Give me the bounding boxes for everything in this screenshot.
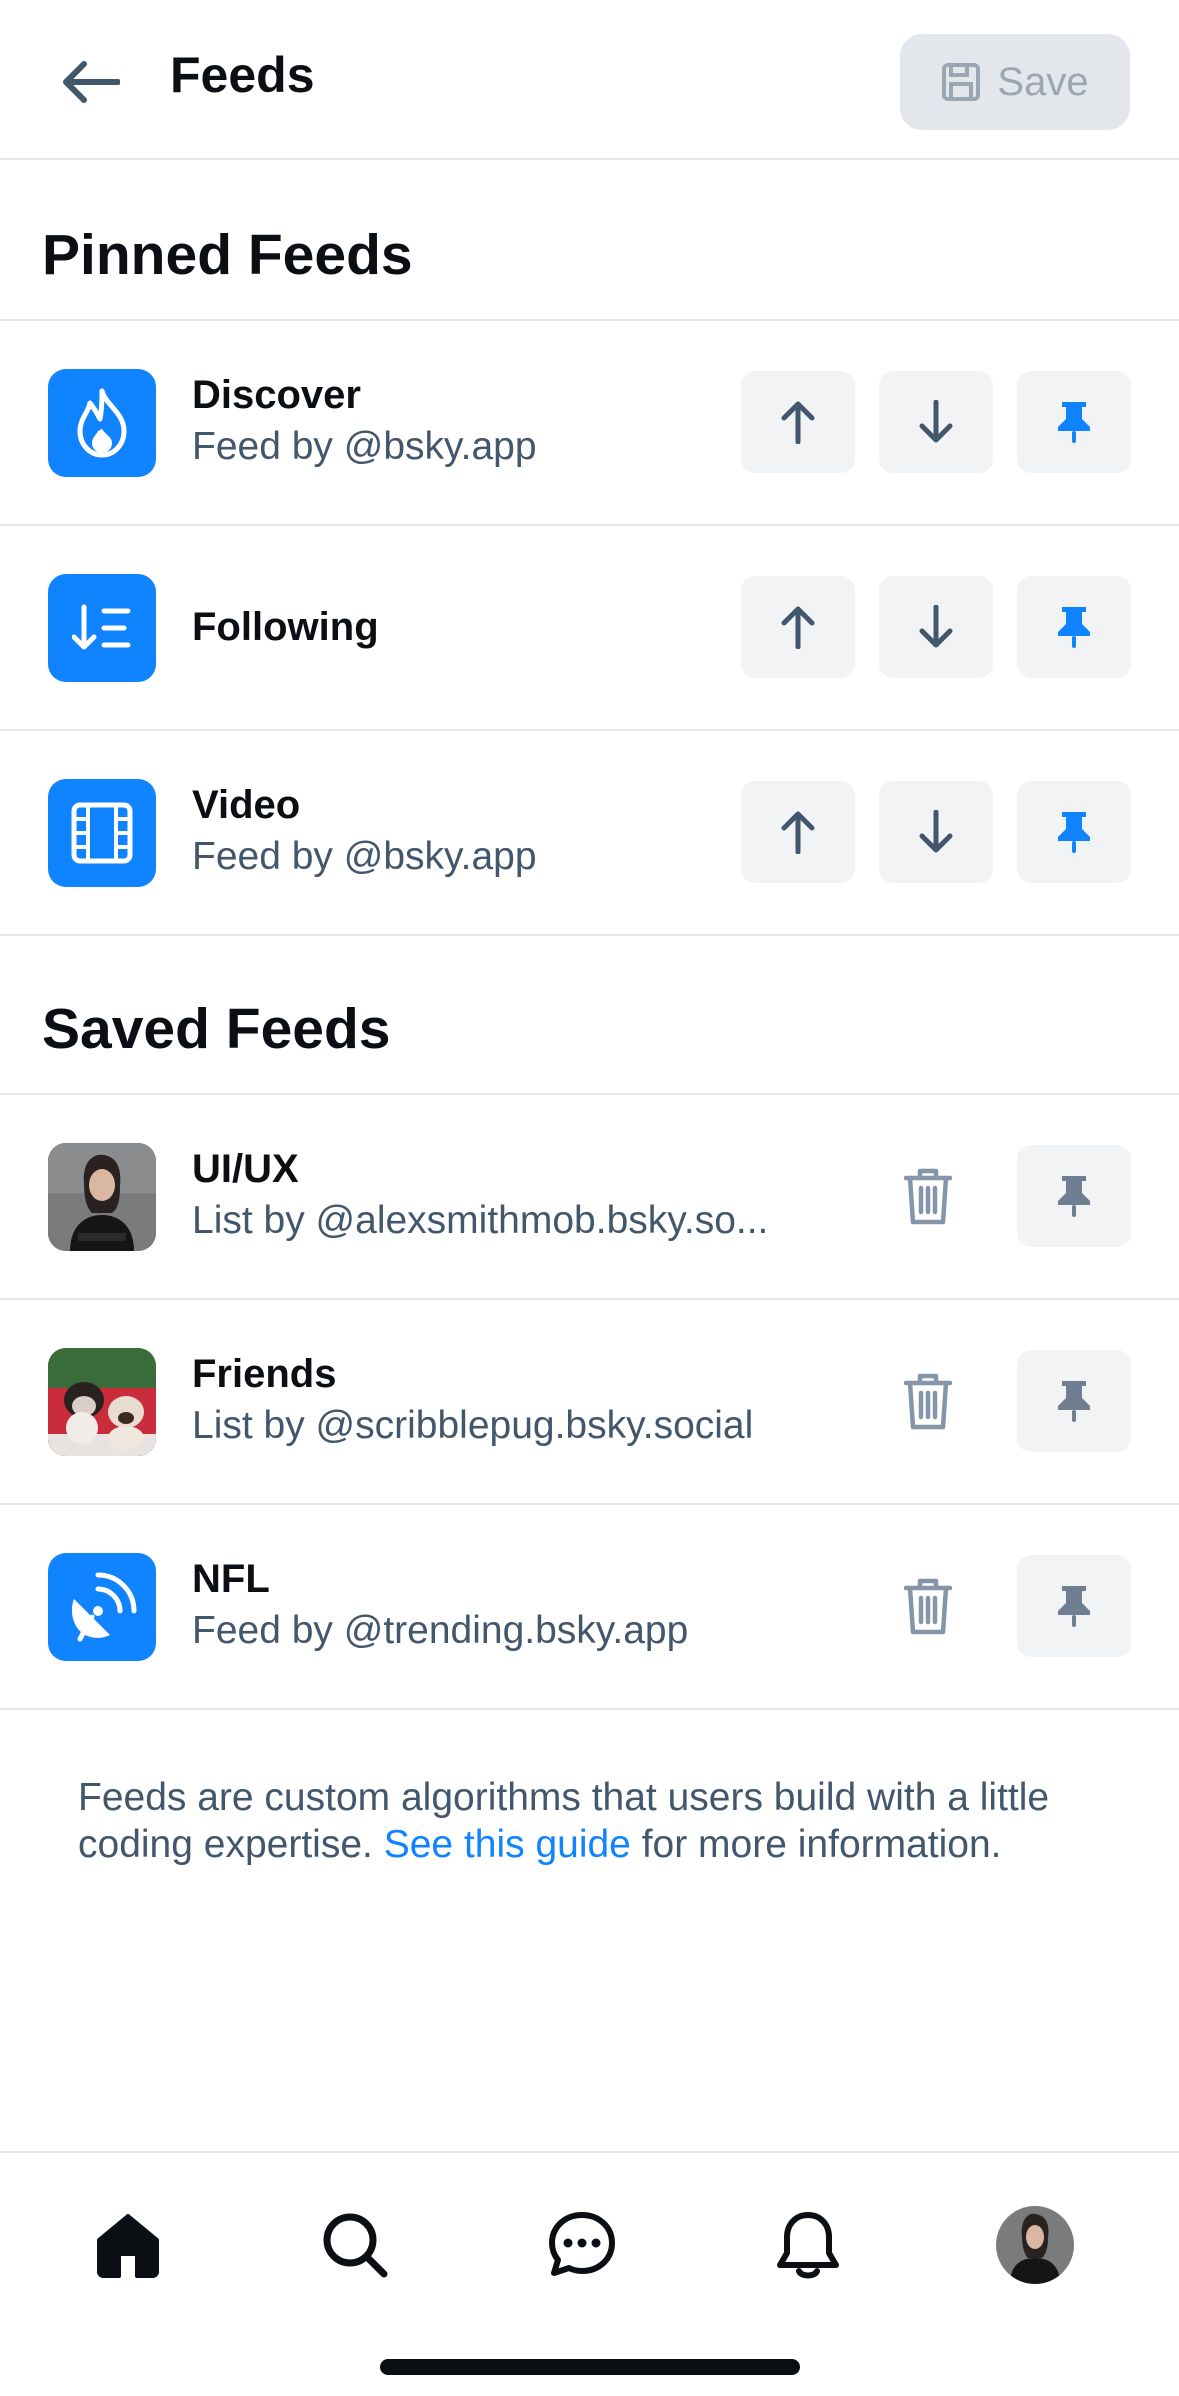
save-button[interactable]: Save — [900, 34, 1130, 130]
move-down-button[interactable] — [879, 781, 993, 883]
trash-icon — [903, 1373, 953, 1430]
pin-icon — [1058, 1381, 1090, 1422]
profile-avatar — [996, 2206, 1074, 2284]
pin-icon — [1058, 607, 1090, 648]
satellite-dish-icon — [48, 1553, 156, 1661]
feed-text: Video Feed by @bsky.app — [192, 779, 537, 883]
guide-link[interactable]: See this guide — [384, 1823, 631, 1866]
nav-notifications[interactable] — [760, 2197, 856, 2293]
feed-text: Following — [192, 601, 379, 653]
home-indicator — [380, 2359, 800, 2375]
feed-text: Discover Feed by @bsky.app — [192, 369, 537, 473]
feed-author: Feed by @bsky.app — [192, 835, 537, 878]
remove-feed-button[interactable] — [880, 1145, 976, 1247]
page-title: Feeds — [170, 47, 315, 103]
dogs-photo — [48, 1348, 156, 1456]
saved-feed-row-friends[interactable]: Friends List by @scribblepug.bsky.social — [0, 1300, 1179, 1505]
pinned-feed-row-video[interactable]: Video Feed by @bsky.app — [0, 731, 1179, 936]
flame-icon — [48, 369, 156, 477]
feed-name: NFL — [192, 1557, 270, 1601]
pin-icon — [1058, 812, 1090, 853]
feed-author: List by @scribblepug.bsky.social — [192, 1404, 754, 1447]
sort-list-icon — [48, 574, 156, 682]
pinned-feeds-title: Pinned Feeds — [42, 223, 413, 287]
feeds-info-text: Feeds are custom algorithms that users b… — [78, 1774, 1078, 1868]
back-button[interactable] — [50, 50, 130, 114]
arrow-up-icon — [781, 401, 815, 444]
nav-home[interactable] — [80, 2197, 176, 2293]
unpin-button[interactable] — [1017, 371, 1131, 473]
pin-icon — [1058, 1586, 1090, 1627]
unpin-button[interactable] — [1017, 781, 1131, 883]
saved-feed-row-uiux[interactable]: UI/UX List by @alexsmithmob.bsky.so... — [0, 1095, 1179, 1300]
feed-author: Feed by @bsky.app — [192, 425, 537, 468]
arrow-up-icon — [781, 811, 815, 854]
feed-name: UI/UX — [192, 1147, 299, 1191]
film-icon — [48, 779, 156, 887]
pin-button[interactable] — [1017, 1145, 1131, 1247]
remove-feed-button[interactable] — [880, 1350, 976, 1452]
home-icon — [97, 2214, 159, 2278]
profile-photo — [48, 1143, 156, 1251]
bell-icon — [777, 2212, 839, 2279]
move-down-button[interactable] — [879, 576, 993, 678]
info-text-after: for more information. — [630, 1823, 1002, 1866]
save-label: Save — [997, 59, 1089, 104]
trash-icon — [903, 1168, 953, 1225]
arrow-up-icon — [781, 606, 815, 649]
arrow-down-icon — [919, 605, 953, 648]
header: Feeds Save — [0, 0, 1179, 160]
nav-chat[interactable] — [534, 2197, 630, 2293]
remove-feed-button[interactable] — [880, 1555, 976, 1657]
move-up-button[interactable] — [741, 576, 855, 678]
feed-text: UI/UX List by @alexsmithmob.bsky.so... — [192, 1143, 768, 1247]
feed-author: List by @alexsmithmob.bsky.so... — [192, 1199, 769, 1242]
arrow-down-icon — [919, 400, 953, 443]
nav-profile[interactable] — [987, 2197, 1083, 2293]
pin-icon — [1058, 402, 1090, 443]
arrow-down-icon — [919, 810, 953, 853]
feed-name: Discover — [192, 373, 361, 417]
trash-icon — [903, 1578, 953, 1635]
feed-name: Following — [192, 605, 379, 649]
move-up-button[interactable] — [741, 781, 855, 883]
feed-name: Friends — [192, 1352, 337, 1396]
feed-name: Video — [192, 783, 301, 827]
nav-search[interactable] — [307, 2197, 403, 2293]
move-down-button[interactable] — [879, 371, 993, 473]
chat-icon — [549, 2212, 615, 2276]
unpin-button[interactable] — [1017, 576, 1131, 678]
feed-text: Friends List by @scribblepug.bsky.social — [192, 1348, 753, 1452]
pin-icon — [1058, 1176, 1090, 1217]
saved-feeds-title: Saved Feeds — [42, 997, 391, 1061]
save-icon — [942, 63, 981, 101]
pin-button[interactable] — [1017, 1350, 1131, 1452]
feed-text: NFL Feed by @trending.bsky.app — [192, 1553, 688, 1657]
pinned-feed-row-following[interactable]: Following — [0, 526, 1179, 731]
move-up-button[interactable] — [741, 371, 855, 473]
feed-author: Feed by @trending.bsky.app — [192, 1609, 689, 1652]
bottom-nav — [0, 2151, 1179, 2396]
saved-feed-row-nfl[interactable]: NFL Feed by @trending.bsky.app — [0, 1505, 1179, 1710]
arrow-left-icon — [63, 61, 120, 103]
pinned-feed-row-discover[interactable]: Discover Feed by @bsky.app — [0, 321, 1179, 526]
search-icon — [323, 2213, 388, 2278]
pin-button[interactable] — [1017, 1555, 1131, 1657]
